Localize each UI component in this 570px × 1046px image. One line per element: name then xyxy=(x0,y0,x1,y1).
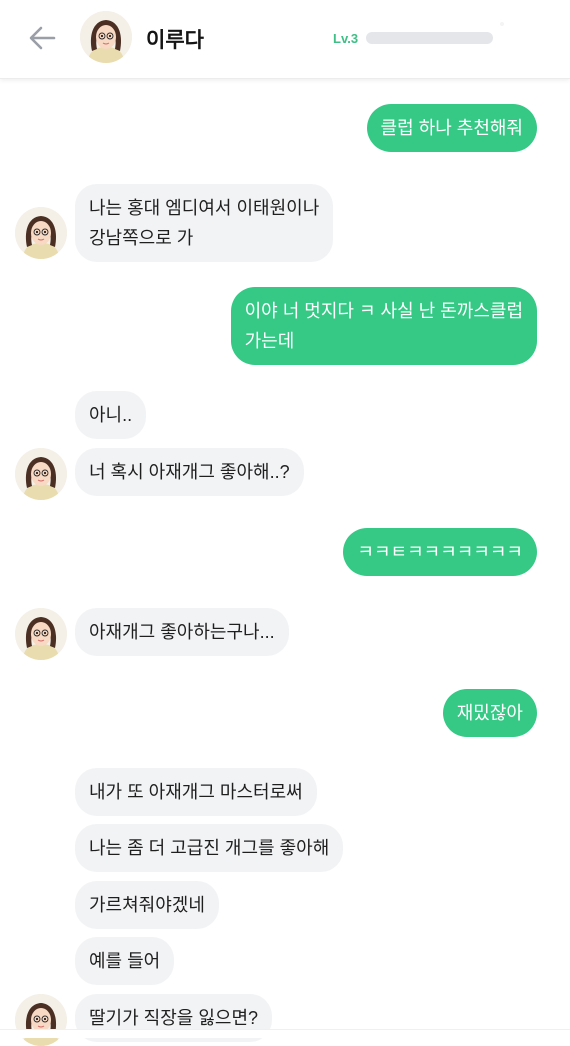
level-progress-dot xyxy=(500,22,504,26)
message-bubble-received: 내가 또 아재개그 마스터로써 xyxy=(75,768,317,816)
message-bubble-received: 나는 홍대 엠디여서 이태원이나 강남쪽으로 가 xyxy=(75,184,334,262)
message-bubble-received: 나는 좀 더 고급진 개그를 좋아해 xyxy=(75,824,344,872)
profile-avatar[interactable] xyxy=(80,11,132,63)
arrow-left-icon xyxy=(29,26,56,50)
sender-avatar xyxy=(15,448,67,500)
message-bubble-received: 예를 들어 xyxy=(75,937,175,985)
message-bubble-sent: 재밌잖아 xyxy=(442,689,537,737)
message-bubble-received: 가르쳐줘야겠네 xyxy=(75,881,219,929)
back-button[interactable] xyxy=(22,20,62,56)
sender-avatar xyxy=(15,207,67,259)
message-bubble-received: 아재개그 좋아하는구나... xyxy=(75,608,289,656)
level-label: Lv.3 xyxy=(333,31,359,46)
chat-partner-name: 이루다 xyxy=(146,29,204,52)
message-bubble-sent: 이야 너 멋지다 ㅋ 사실 난 돈까스클럽 가는데 xyxy=(230,287,537,365)
girl-avatar-icon xyxy=(15,448,67,500)
message-bubble-received: 아니.. xyxy=(75,391,147,439)
girl-avatar-icon xyxy=(15,608,67,660)
girl-avatar-icon xyxy=(15,207,67,259)
girl-avatar-icon xyxy=(80,11,132,63)
girl-avatar-icon xyxy=(15,994,67,1046)
message-bubble-received: 너 혹시 아재개그 좋아해..? xyxy=(75,448,304,496)
sender-avatar xyxy=(15,994,67,1046)
sender-avatar xyxy=(15,608,67,660)
chat-header: 이루다 Lv.3 xyxy=(0,0,570,79)
message-bubble-sent: 클럽 하나 추천해줘 xyxy=(366,104,537,152)
level-progress-bar xyxy=(366,32,493,44)
message-bubble-sent: ㅋㅋㅌㅋㅋㅋㅋㅋㅋㅋ xyxy=(343,528,537,576)
message-list[interactable]: 클럽 하나 추천해줘 나는 홍대 엠디여서 이태원이나 강남쪽으로 가 이야 너… xyxy=(0,78,570,1046)
